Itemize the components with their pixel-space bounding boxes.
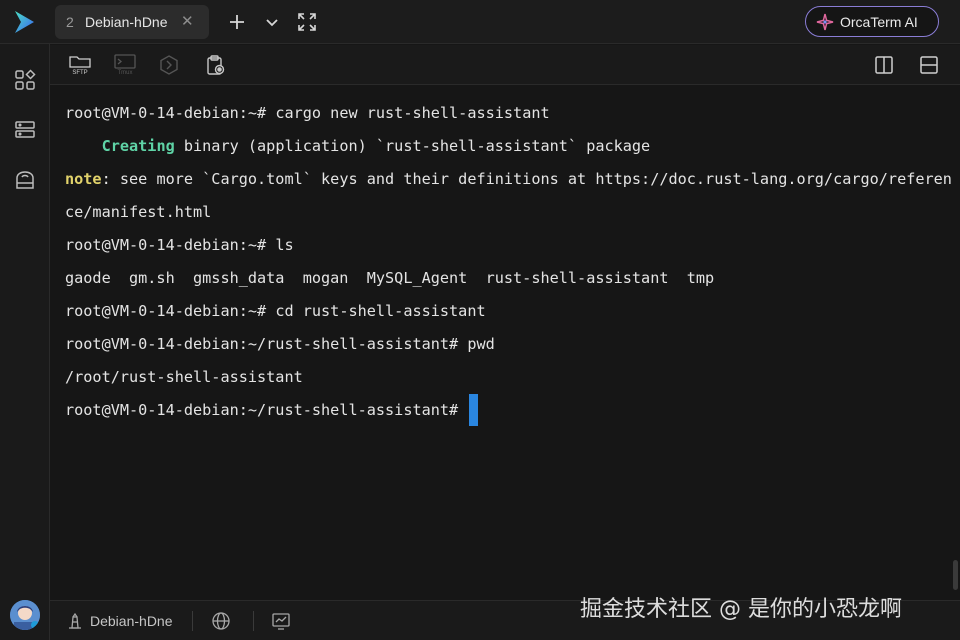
kube-icon[interactable] <box>158 54 180 76</box>
tmux-label: Tmux <box>118 70 133 76</box>
terminal-scrollbar[interactable] <box>953 560 958 590</box>
close-icon[interactable]: ✕ <box>181 12 194 30</box>
note-label: note <box>65 170 102 188</box>
divider <box>253 611 254 631</box>
orcaterm-ai-label: OrcaTerm AI <box>840 14 918 30</box>
avatar-image-icon <box>10 600 40 630</box>
terminal-line: root@VM-0-14-debian:~/rust-shell-assista… <box>65 393 479 427</box>
terminal-line: note: see more `Cargo.toml` keys and the… <box>65 163 952 196</box>
terminal-line: root@VM-0-14-debian:~# cargo new rust-sh… <box>65 97 550 130</box>
chevron-down-icon[interactable] <box>260 10 284 34</box>
split-vertical-icon[interactable] <box>873 54 895 76</box>
terminal-cursor <box>469 393 479 426</box>
left-sidebar <box>0 44 50 640</box>
terminal-output[interactable]: root@VM-0-14-debian:~# cargo new rust-sh… <box>50 86 960 600</box>
expand-icon[interactable] <box>295 10 319 34</box>
output-text: gaode gm.sh gmssh_data mogan MySQL_Agent… <box>65 269 715 287</box>
terminal-line: Creating binary (application) `rust-shel… <box>65 130 651 163</box>
prompt: root@VM-0-14-debian:~# <box>65 104 276 122</box>
tab-title: Debian-hDne <box>85 14 168 30</box>
terminal-toolbar: SFTP Tmux <box>50 45 960 85</box>
prompt: root@VM-0-14-debian:~# <box>65 236 276 254</box>
prompt: root@VM-0-14-debian:~/rust-shell-assista… <box>65 401 468 419</box>
terminal-line: root@VM-0-14-debian:~# ls <box>65 229 294 262</box>
monitor-chart-icon[interactable] <box>271 611 291 631</box>
sftp-label: SFTP <box>72 70 87 76</box>
terminal-line: gaode gm.sh gmssh_data mogan MySQL_Agent… <box>65 262 714 295</box>
host-name[interactable]: Debian-hDne <box>90 613 173 629</box>
terminal-line: ce/manifest.html <box>65 196 211 229</box>
terminal-line: /root/rust-shell-assistant <box>65 361 303 394</box>
plus-icon[interactable] <box>225 10 249 34</box>
command: pwd <box>467 335 495 353</box>
command: cd rust-shell-assistant <box>275 302 486 320</box>
globe-icon[interactable] <box>211 611 231 631</box>
creating-status: Creating <box>101 137 175 155</box>
output-text: /root/rust-shell-assistant <box>65 368 303 386</box>
clipboard-record-icon[interactable] <box>204 54 226 76</box>
tmux-icon[interactable]: Tmux <box>113 52 137 76</box>
server-list-icon[interactable] <box>13 118 37 142</box>
split-horizontal-icon[interactable] <box>918 54 940 76</box>
terminal-line: root@VM-0-14-debian:~/rust-shell-assista… <box>65 328 495 361</box>
top-bar: 2 Debian-hDne ✕ OrcaTerm AI <box>0 0 960 44</box>
prompt: root@VM-0-14-debian:~/rust-shell-assista… <box>65 335 468 353</box>
sparkle-icon <box>816 13 834 31</box>
terminal-line: root@VM-0-14-debian:~# cd rust-shell-ass… <box>65 295 486 328</box>
prompt: root@VM-0-14-debian:~# <box>65 302 276 320</box>
apps-icon[interactable] <box>13 68 37 92</box>
lighthouse-icon <box>69 612 81 629</box>
tab-number: 2 <box>66 14 74 30</box>
tab-debian[interactable]: 2 Debian-hDne ✕ <box>55 5 209 39</box>
cloud-disk-icon[interactable] <box>13 168 37 192</box>
orcaterm-logo-icon[interactable] <box>10 8 38 36</box>
watermark: 掘金技术社区 @ 是你的小恐龙啊 <box>580 597 902 622</box>
command: ls <box>275 236 294 254</box>
sftp-icon[interactable]: SFTP <box>68 52 92 76</box>
output-text: binary (application) `rust-shell-assista… <box>174 137 651 155</box>
avatar[interactable] <box>10 600 40 630</box>
output-text: : see more `Cargo.toml` keys and their d… <box>101 170 952 188</box>
command: cargo new rust-shell-assistant <box>275 104 550 122</box>
orcaterm-ai-button[interactable]: OrcaTerm AI <box>805 6 939 37</box>
divider <box>192 611 193 631</box>
output-text: ce/manifest.html <box>65 203 212 221</box>
